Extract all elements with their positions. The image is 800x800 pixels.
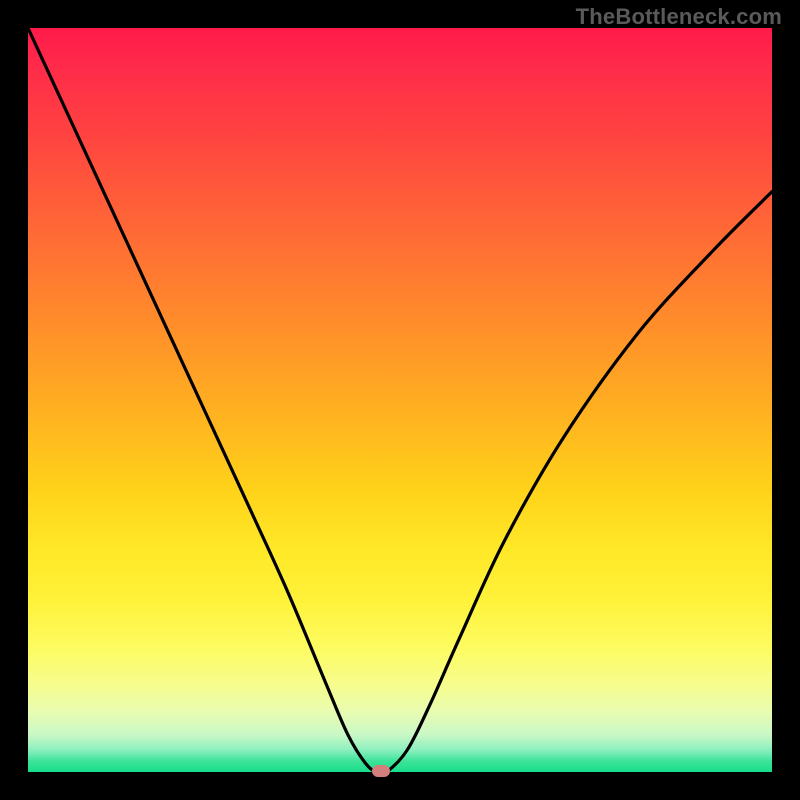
watermark-text: TheBottleneck.com — [576, 4, 782, 30]
plot-area — [28, 28, 772, 772]
minimum-marker — [372, 765, 390, 777]
curve-svg — [28, 28, 772, 772]
bottleneck-curve-path — [28, 28, 772, 772]
chart-frame: TheBottleneck.com — [0, 0, 800, 800]
